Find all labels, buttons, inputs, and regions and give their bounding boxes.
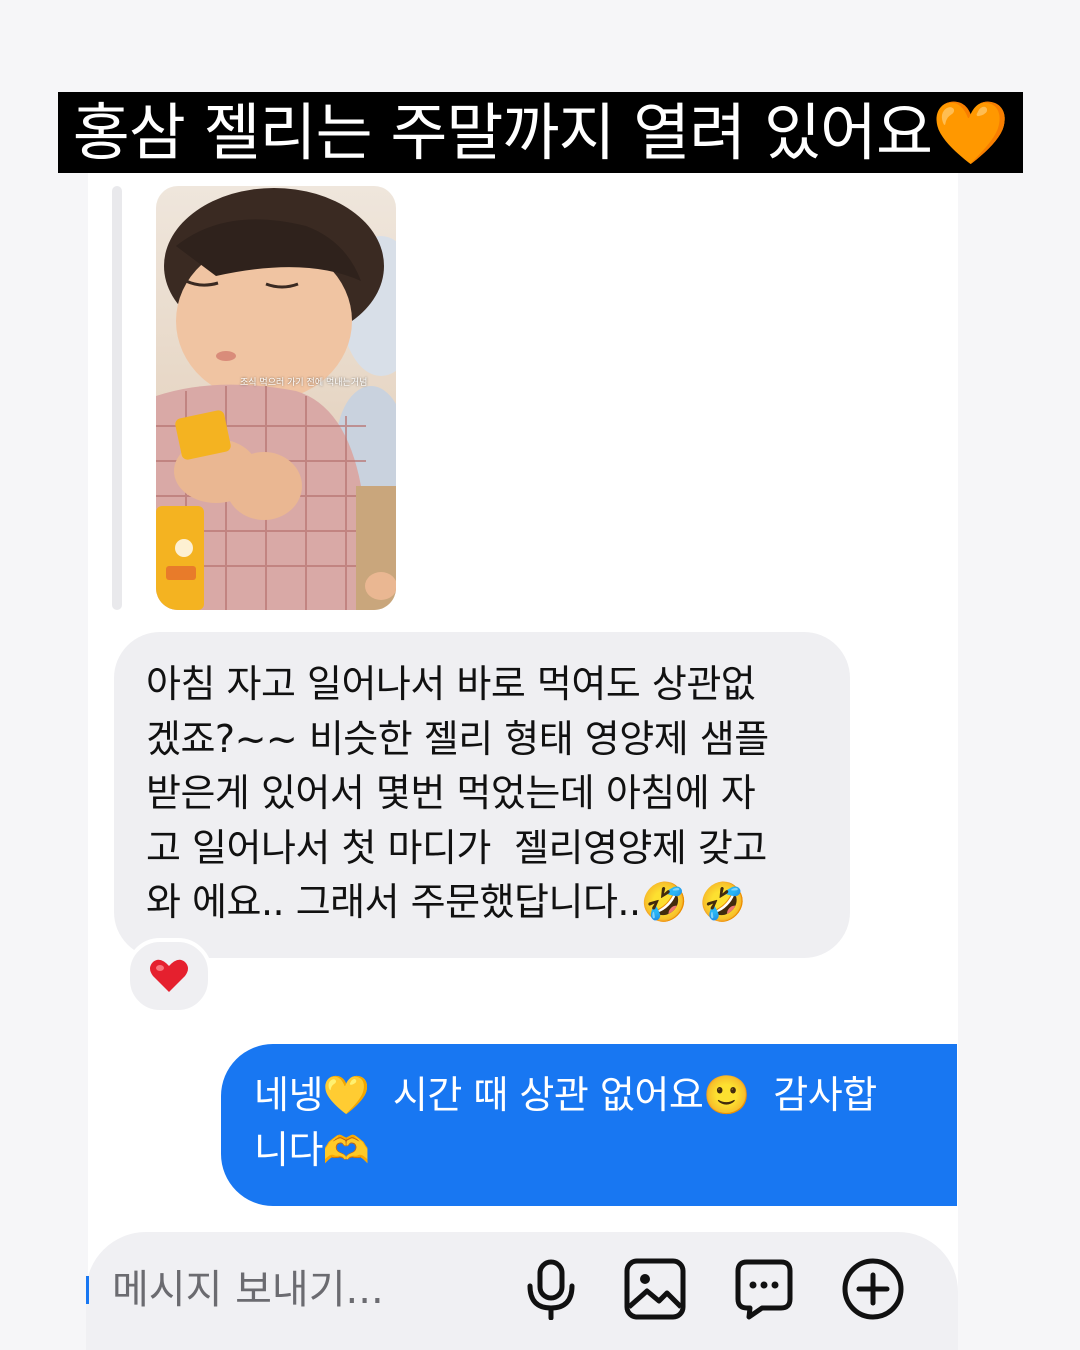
story-reply-preview[interactable]: 조식 먹으러 가기 전에 먹내는거넘	[156, 186, 396, 610]
plus-icon	[842, 1258, 904, 1320]
message-input[interactable]	[112, 1262, 472, 1318]
heart-icon	[150, 959, 188, 992]
text-caret	[86, 1276, 89, 1304]
story-caption: 조식 먹으러 가기 전에 먹내는거넘	[240, 378, 368, 388]
more-options-button[interactable]	[840, 1256, 906, 1322]
sticker-icon	[735, 1259, 793, 1320]
image-icon	[624, 1258, 686, 1320]
sticker-button[interactable]	[731, 1256, 797, 1322]
outgoing-message-text: 네넹💛 시간 때 상관 없어요🙂 감사합 니다🫶	[254, 1073, 877, 1172]
microphone-icon	[527, 1259, 575, 1320]
gallery-button[interactable]	[622, 1256, 688, 1322]
microphone-button[interactable]	[518, 1256, 584, 1322]
story-photo	[156, 188, 396, 610]
incoming-message-text: 아침 자고 일어나서 바로 먹여도 상관없 겠죠?~~ 비슷한 젤리 형태 영양…	[146, 662, 769, 924]
reply-quote-bar	[112, 186, 122, 610]
heart-reaction-badge[interactable]	[126, 938, 212, 1014]
title-banner: 홍삼 젤리는 주말까지 열려 있어요🧡	[58, 92, 1023, 173]
